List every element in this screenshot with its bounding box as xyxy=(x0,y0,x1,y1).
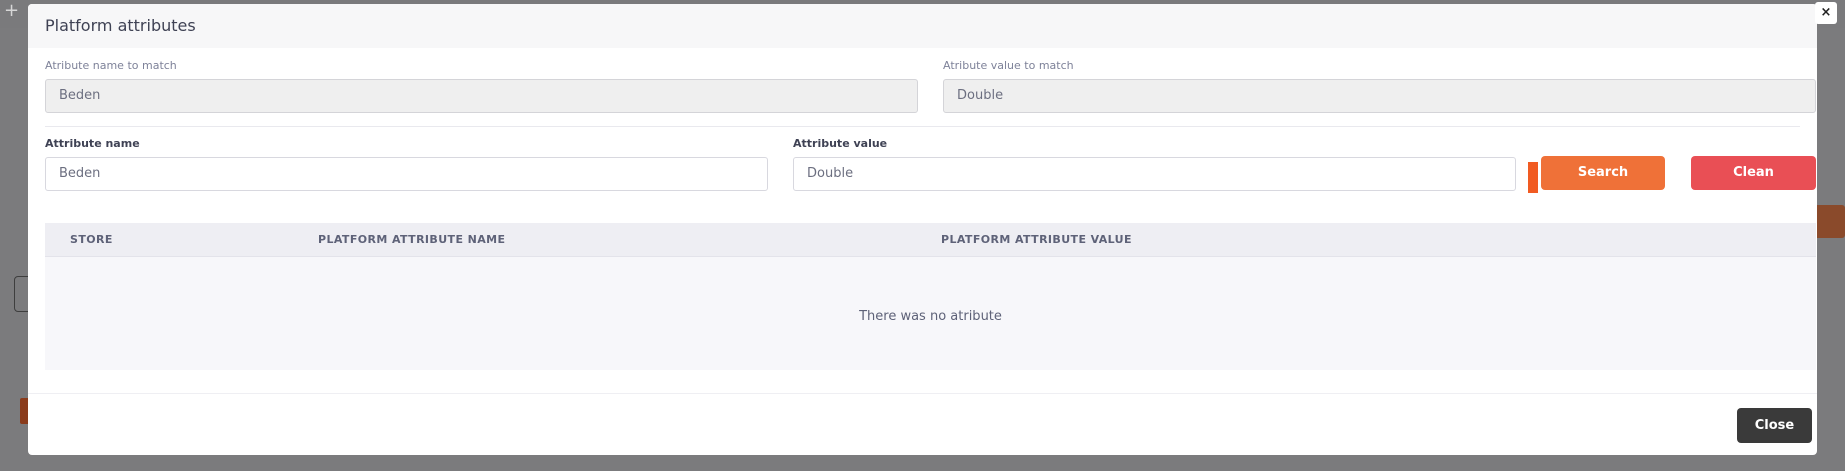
empty-table-message: There was no atribute xyxy=(859,309,1002,324)
close-icon[interactable]: × xyxy=(1815,2,1837,24)
footer-divider xyxy=(28,393,1817,394)
accent-marker xyxy=(1528,162,1538,193)
value-to-match-label: Atribute value to match xyxy=(943,59,1074,72)
clean-button[interactable]: Clean xyxy=(1691,156,1816,190)
plus-icon: + xyxy=(4,0,20,21)
modal-title: Platform attributes xyxy=(45,16,196,35)
column-header-platform-attribute-value: PLATFORM ATTRIBUTE VALUE xyxy=(941,233,1132,246)
attribute-name-label: Attribute name xyxy=(45,137,140,150)
divider xyxy=(45,126,1800,127)
name-to-match-field: Beden xyxy=(45,79,918,113)
search-button[interactable]: Search xyxy=(1541,156,1665,190)
modal-header: Platform attributes xyxy=(28,4,1817,48)
value-to-match-field: Double xyxy=(943,79,1816,113)
attribute-value-label: Attribute value xyxy=(793,137,888,150)
column-header-platform-attribute-name: PLATFORM ATTRIBUTE NAME xyxy=(318,233,506,246)
attribute-value-input[interactable]: Double xyxy=(793,157,1516,191)
table-header: STORE PLATFORM ATTRIBUTE NAME PLATFORM A… xyxy=(45,223,1816,257)
name-to-match-label: Atribute name to match xyxy=(45,59,177,72)
column-header-store: STORE xyxy=(70,233,113,246)
platform-attributes-modal: Platform attributes Atribute name to mat… xyxy=(28,4,1817,455)
close-button[interactable]: Close xyxy=(1737,408,1812,443)
attributes-table: STORE PLATFORM ATTRIBUTE NAME PLATFORM A… xyxy=(45,223,1816,370)
attribute-name-input[interactable]: Beden xyxy=(45,157,768,191)
